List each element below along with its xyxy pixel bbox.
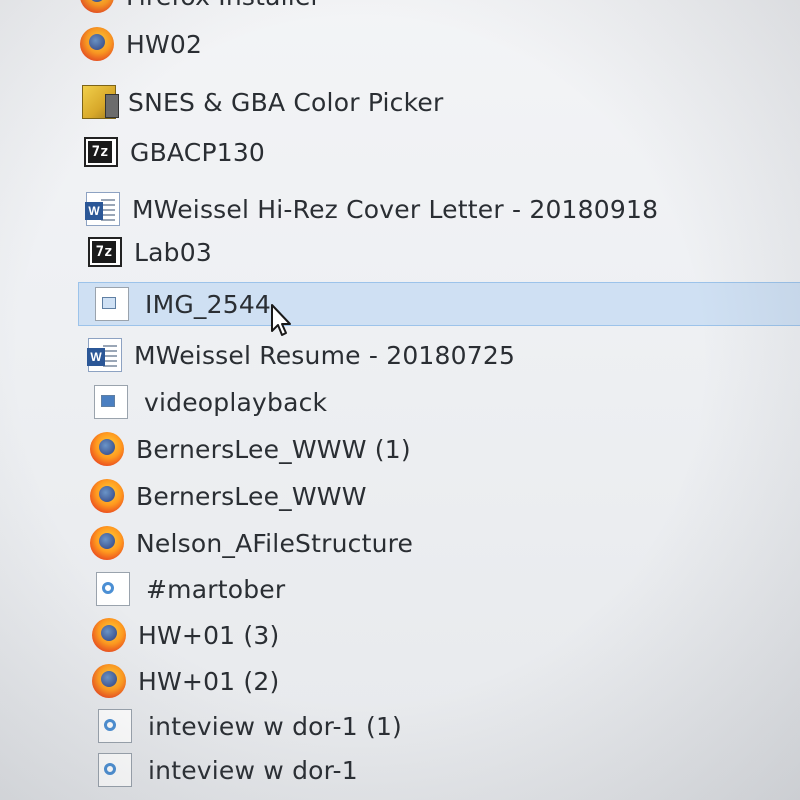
file-name: Nelson_AFileStructure (136, 528, 414, 558)
file-name: #martober (146, 574, 286, 604)
list-item-inteview-w-dor-1-1[interactable]: inteview w dor-1 (1) (94, 704, 794, 748)
firefox-icon (90, 479, 124, 513)
list-item-hw01-3[interactable]: HW+01 (3) (92, 613, 792, 657)
file-name: videoplayback (144, 387, 328, 417)
word-document-icon: W (85, 192, 120, 226)
file-explorer-window: Firefox Installer HW02 SNES & GBA Color … (0, 0, 800, 800)
list-item-lab03[interactable]: 7z Lab03 (88, 230, 788, 274)
file-name: MWeissel Hi-Rez Cover Letter - 20180918 (132, 194, 659, 224)
list-item-nelson-afilestructure[interactable]: Nelson_AFileStructure (90, 521, 790, 565)
firefox-icon (80, 0, 114, 13)
list-item-bernerslee-www[interactable]: BernersLee_WWW (90, 474, 790, 518)
firefox-icon (92, 664, 126, 698)
mouse-pointer-icon (271, 304, 291, 336)
list-item-inteview-w-dor-1[interactable]: inteview w dor-1 (94, 748, 794, 792)
file-name: Lab03 (134, 237, 212, 267)
file-name: GBACP130 (130, 137, 266, 167)
list-item-img-2544[interactable]: IMG_2544 (78, 282, 800, 326)
media-file-icon (96, 572, 130, 606)
list-item-videoplayback[interactable]: videoplayback (90, 380, 790, 424)
file-name: Firefox Installer (126, 0, 321, 11)
list-item-hw02[interactable]: HW02 (80, 22, 780, 66)
file-name: MWeissel Resume - 20180725 (134, 340, 516, 370)
word-document-icon: W (87, 338, 122, 372)
firefox-icon (92, 618, 126, 652)
file-name: BernersLee_WWW (136, 481, 367, 511)
list-item-gbacp130[interactable]: 7z GBACP130 (84, 130, 784, 174)
firefox-icon (90, 526, 124, 560)
video-file-icon (94, 385, 128, 419)
media-file-icon (98, 709, 132, 743)
file-list: Firefox Installer HW02 SNES & GBA Color … (0, 0, 800, 800)
file-name: SNES & GBA Color Picker (128, 87, 444, 117)
list-item-snes-gba-color-picker[interactable]: SNES & GBA Color Picker (82, 80, 782, 124)
file-name: IMG_2544 (145, 289, 272, 319)
file-name: HW02 (126, 29, 203, 59)
file-name: inteview w dor-1 (1) (148, 711, 403, 741)
firefox-icon (90, 432, 124, 466)
image-file-icon (95, 287, 129, 321)
file-name: HW+01 (2) (138, 666, 280, 696)
list-item-hw01-2[interactable]: HW+01 (2) (92, 659, 792, 703)
7z-archive-icon: 7z (84, 137, 118, 167)
list-item-bernerslee-www-1[interactable]: BernersLee_WWW (1) (90, 427, 790, 471)
file-name: BernersLee_WWW (1) (136, 434, 411, 464)
list-item-cover-letter[interactable]: W MWeissel Hi-Rez Cover Letter - 2018091… (85, 187, 786, 231)
list-item-martober[interactable]: #martober (92, 567, 792, 611)
file-name: HW+01 (3) (138, 620, 280, 650)
file-name: inteview w dor-1 (148, 755, 358, 785)
media-file-icon (98, 753, 132, 787)
7z-archive-icon: 7z (88, 237, 122, 267)
snes-app-icon (82, 85, 119, 119)
list-item-firefox-installer[interactable]: Firefox Installer (80, 0, 780, 18)
list-item-resume[interactable]: W MWeissel Resume - 20180725 (87, 333, 788, 377)
firefox-icon (80, 27, 114, 61)
